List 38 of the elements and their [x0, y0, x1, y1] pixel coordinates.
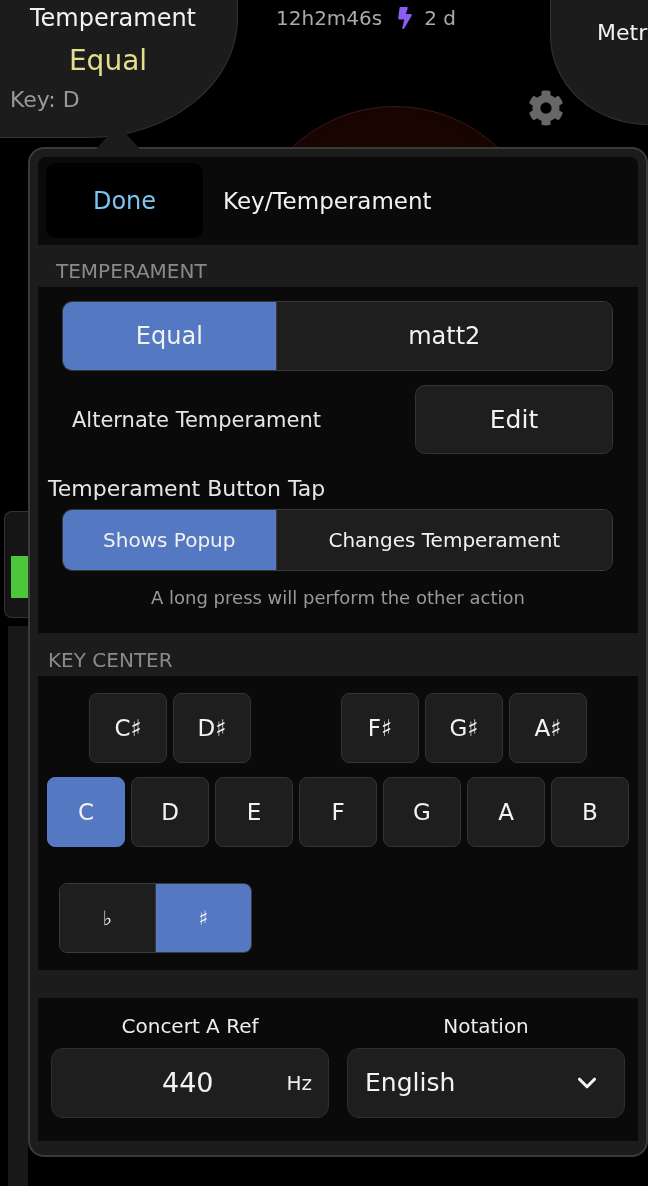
- key-button[interactable]: A: [467, 776, 545, 847]
- unit-label: Hz: [286, 1070, 312, 1095]
- accidental-option[interactable]: ♭: [60, 883, 156, 952]
- section-heading: TEMPERAMENT: [56, 259, 207, 284]
- key-button[interactable]: G♯: [425, 692, 503, 763]
- key-button[interactable]: F: [299, 776, 377, 847]
- key-button[interactable]: G: [383, 776, 461, 847]
- tap-label: Temperament Button Tap: [48, 476, 327, 502]
- edit-button[interactable]: Edit: [415, 385, 613, 455]
- done-button[interactable]: Done: [46, 163, 203, 239]
- popup-title: Key/Temperament: [223, 187, 432, 214]
- metronome-button[interactable]: Metr: [550, 0, 648, 125]
- key-button[interactable]: C♯: [89, 692, 167, 763]
- key-button[interactable]: E: [215, 776, 293, 847]
- frequency-field[interactable]: 440 Hz: [51, 1047, 329, 1118]
- notation-label: Notation: [443, 1013, 529, 1038]
- key-button[interactable]: D♯: [173, 692, 251, 763]
- temperament-option[interactable]: Equal: [63, 302, 277, 371]
- settings-icon[interactable]: [528, 90, 564, 126]
- hint-text: A long press will perform the other action: [150, 587, 526, 609]
- section-heading: KEY CENTER: [48, 647, 173, 672]
- key-button[interactable]: F♯: [341, 692, 419, 763]
- battery-days: 2 d: [424, 6, 456, 30]
- accidental-option[interactable]: ♯: [155, 883, 251, 952]
- key-button[interactable]: B: [551, 776, 629, 847]
- key-button[interactable]: A♯: [509, 692, 587, 763]
- tap-option[interactable]: Shows Popup: [63, 510, 277, 571]
- concert-a-label: Concert A Ref: [121, 1013, 259, 1038]
- key-button[interactable]: C: [47, 776, 125, 847]
- key-button[interactable]: D: [131, 776, 209, 847]
- temperament-button[interactable]: Temperament Equal Key: D: [0, 0, 238, 138]
- notation-dropdown[interactable]: English: [347, 1047, 625, 1118]
- key-label: Key: D: [10, 87, 80, 112]
- meter-bar: [11, 556, 29, 598]
- elapsed-time: 12h2m46s: [276, 6, 383, 30]
- alternate-temperament-label: Alternate Temperament: [72, 408, 321, 432]
- temperament-title: Temperament: [28, 4, 198, 32]
- temperament-value: Equal: [67, 44, 149, 77]
